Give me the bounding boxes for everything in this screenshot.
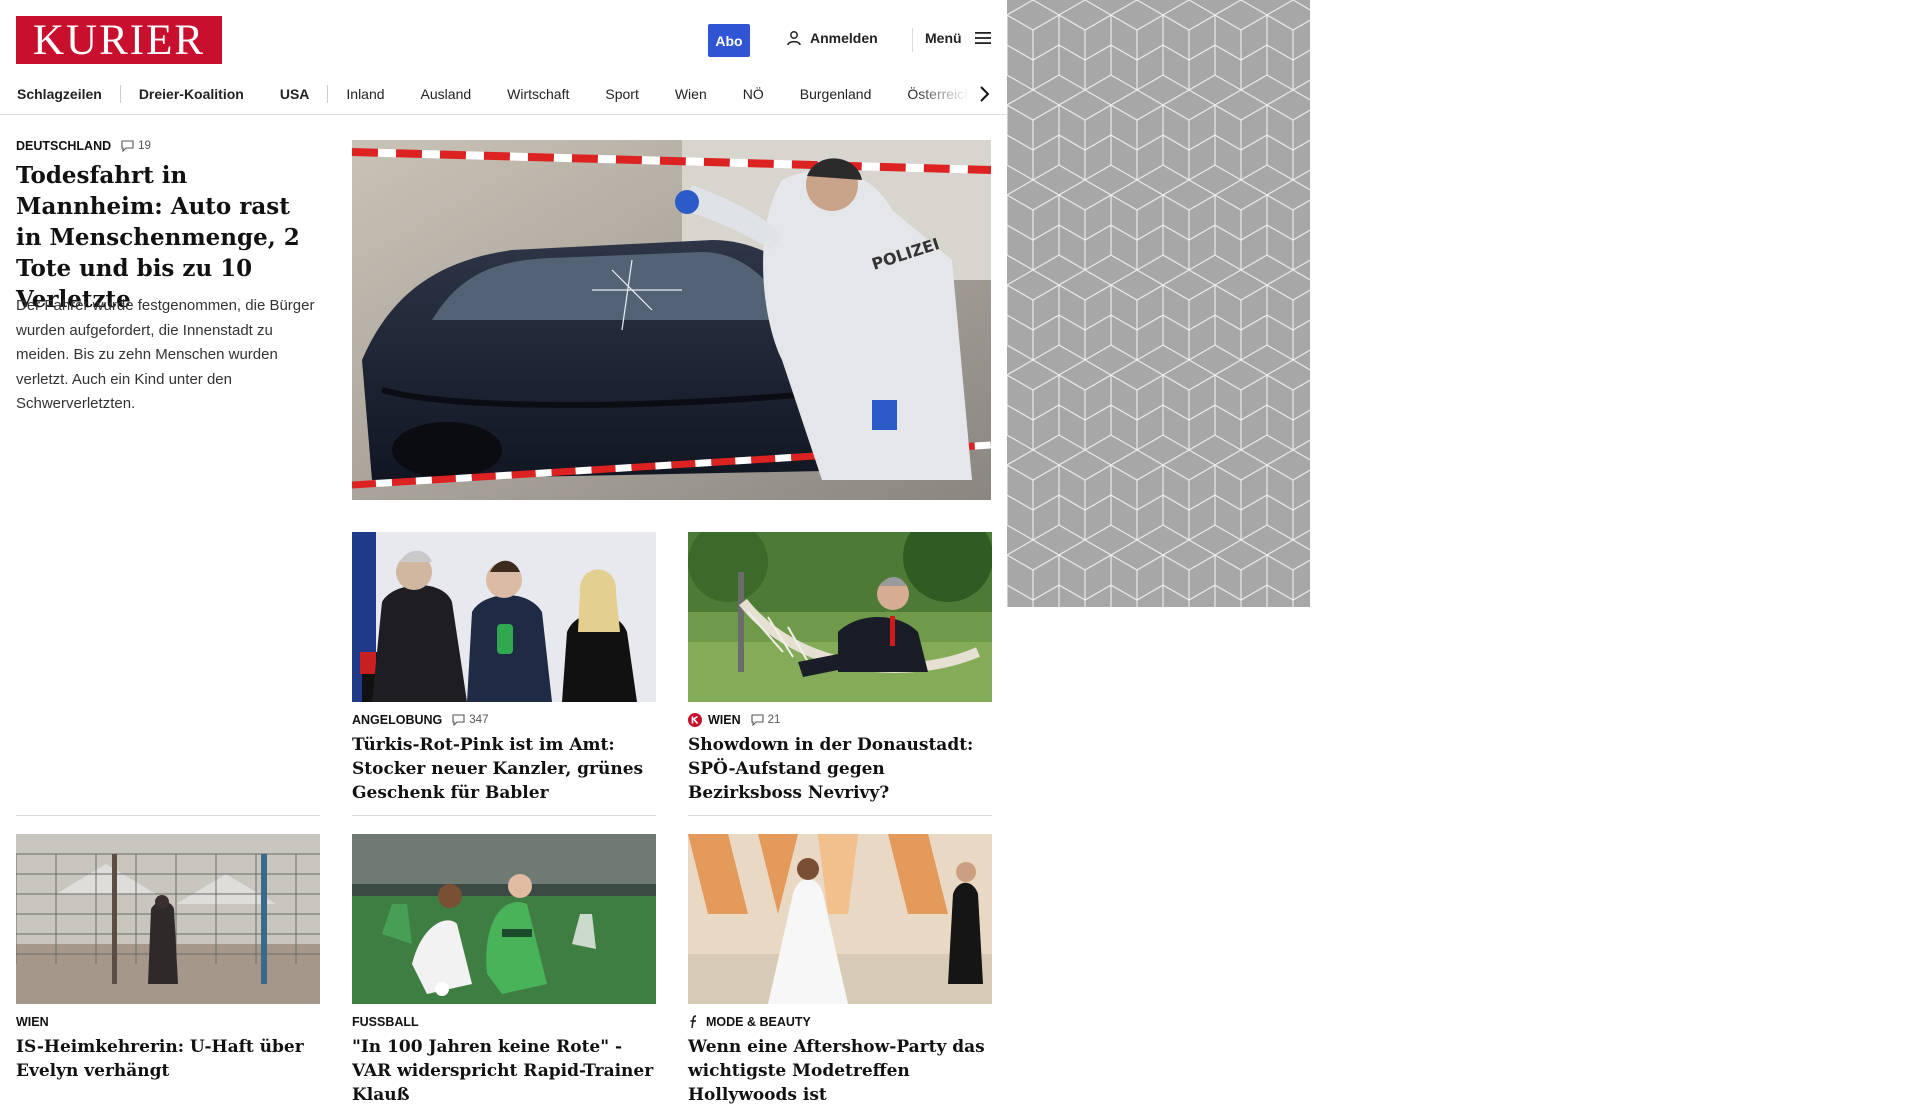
camp-fence-photo bbox=[16, 834, 320, 1004]
lead-image[interactable]: POLIZEI bbox=[352, 140, 991, 500]
card-section[interactable]: FUSSBALL bbox=[352, 1015, 419, 1029]
nav-item-dreier-koalition[interactable]: Dreier-Koalition bbox=[121, 86, 262, 102]
card-kicker-fussball: FUSSBALL bbox=[352, 1015, 419, 1029]
category-nav: Schlagzeilen Dreier-Koalition USA Inland… bbox=[0, 74, 1007, 115]
swearing-in-photo bbox=[352, 532, 656, 702]
card-image-donaustadt[interactable] bbox=[688, 532, 992, 702]
nav-item-usa[interactable]: USA bbox=[262, 86, 328, 102]
lead-teaser: Der Fahrer wurde festgenommen, die Bürge… bbox=[16, 297, 315, 412]
logo-text: KURIER bbox=[32, 16, 206, 64]
card-kicker-mode-beauty: MODE & BEAUTY bbox=[688, 1015, 811, 1029]
kurier-k-icon bbox=[688, 713, 702, 727]
card-headline-is-heimkehrerin[interactable]: IS-Heimkehrerin: U-Haft über Evelyn verh… bbox=[16, 1035, 320, 1083]
card-section[interactable]: WIEN bbox=[708, 713, 741, 727]
nav-item-inland[interactable]: Inland bbox=[328, 86, 402, 102]
nav-item-ausland[interactable]: Ausland bbox=[403, 86, 490, 102]
nav-item-wien[interactable]: Wien bbox=[657, 86, 725, 102]
party-red-carpet-photo bbox=[688, 834, 992, 1004]
card-headline-fussball[interactable]: "In 100 Jahren keine Rote" - VAR widersp… bbox=[352, 1035, 656, 1107]
card-kicker-angelobung: ANGELOBUNG 347 bbox=[352, 713, 488, 727]
hamburger-icon bbox=[974, 32, 991, 44]
card-comments[interactable]: 347 bbox=[452, 714, 488, 726]
hammock-photo bbox=[688, 532, 992, 702]
lead-comment-count: 19 bbox=[138, 140, 151, 152]
chevron-right-icon[interactable] bbox=[974, 84, 994, 104]
divider bbox=[352, 815, 656, 816]
kurier-logo[interactable]: KURIER bbox=[16, 16, 222, 64]
lead-comments[interactable]: 19 bbox=[121, 140, 151, 152]
card-comment-count: 347 bbox=[469, 714, 489, 726]
lead-section[interactable]: DEUTSCHLAND bbox=[16, 139, 111, 153]
lead-kicker: DEUTSCHLAND 19 bbox=[16, 139, 151, 153]
card-kicker-donaustadt: WIEN 21 bbox=[688, 713, 780, 727]
card-image-mode-beauty[interactable] bbox=[688, 834, 992, 1004]
card-comment-count: 21 bbox=[767, 714, 781, 726]
card-image-fussball[interactable] bbox=[352, 834, 656, 1004]
freizeit-f-icon bbox=[690, 1015, 697, 1029]
card-image-angelobung[interactable] bbox=[352, 532, 656, 702]
login-label: Anmelden bbox=[810, 30, 878, 46]
card-headline-angelobung[interactable]: Türkis-Rot-Pink ist im Amt: Stocker neue… bbox=[352, 733, 656, 805]
nav-item-schlagzeilen[interactable]: Schlagzeilen bbox=[17, 86, 120, 102]
side-ad-pattern bbox=[1007, 0, 1310, 607]
nav-items: Schlagzeilen Dreier-Koalition USA Inland… bbox=[17, 74, 990, 114]
card-comments[interactable]: 21 bbox=[751, 714, 781, 726]
cube-pattern bbox=[1007, 0, 1310, 607]
lead-headline[interactable]: Todesfahrt in Mannheim: Auto rast in Men… bbox=[16, 160, 321, 315]
card-kicker-is-heimkehrerin: WIEN bbox=[16, 1015, 49, 1029]
card-section[interactable]: WIEN bbox=[16, 1015, 49, 1029]
comment-icon bbox=[452, 714, 465, 726]
menu-label: Menü bbox=[925, 30, 962, 46]
card-section[interactable]: ANGELOBUNG bbox=[352, 713, 442, 727]
nav-item-burgenland[interactable]: Burgenland bbox=[782, 86, 890, 102]
football-match-photo bbox=[352, 834, 656, 1004]
user-icon bbox=[787, 31, 801, 46]
login-button[interactable]: Anmelden bbox=[786, 30, 878, 46]
menu-button[interactable]: Menü bbox=[925, 30, 992, 46]
comment-icon bbox=[121, 140, 134, 152]
subscribe-button[interactable]: Abo bbox=[708, 24, 750, 57]
crashed-car-photo: POLIZEI bbox=[352, 140, 991, 500]
nav-item-sport[interactable]: Sport bbox=[587, 86, 656, 102]
divider bbox=[688, 815, 992, 816]
divider bbox=[16, 815, 320, 816]
card-section[interactable]: MODE & BEAUTY bbox=[706, 1015, 811, 1029]
card-headline-donaustadt[interactable]: Showdown in der Donaustadt: SPÖ-Aufstand… bbox=[688, 733, 992, 805]
card-headline-mode-beauty[interactable]: Wenn eine Aftershow-Party das wichtigste… bbox=[688, 1035, 992, 1107]
card-image-is-heimkehrerin[interactable] bbox=[16, 834, 320, 1004]
nav-item-wirtschaft[interactable]: Wirtschaft bbox=[489, 86, 587, 102]
nav-item-noe[interactable]: NÖ bbox=[725, 86, 782, 102]
comment-icon bbox=[751, 714, 764, 726]
header-divider bbox=[912, 28, 913, 52]
